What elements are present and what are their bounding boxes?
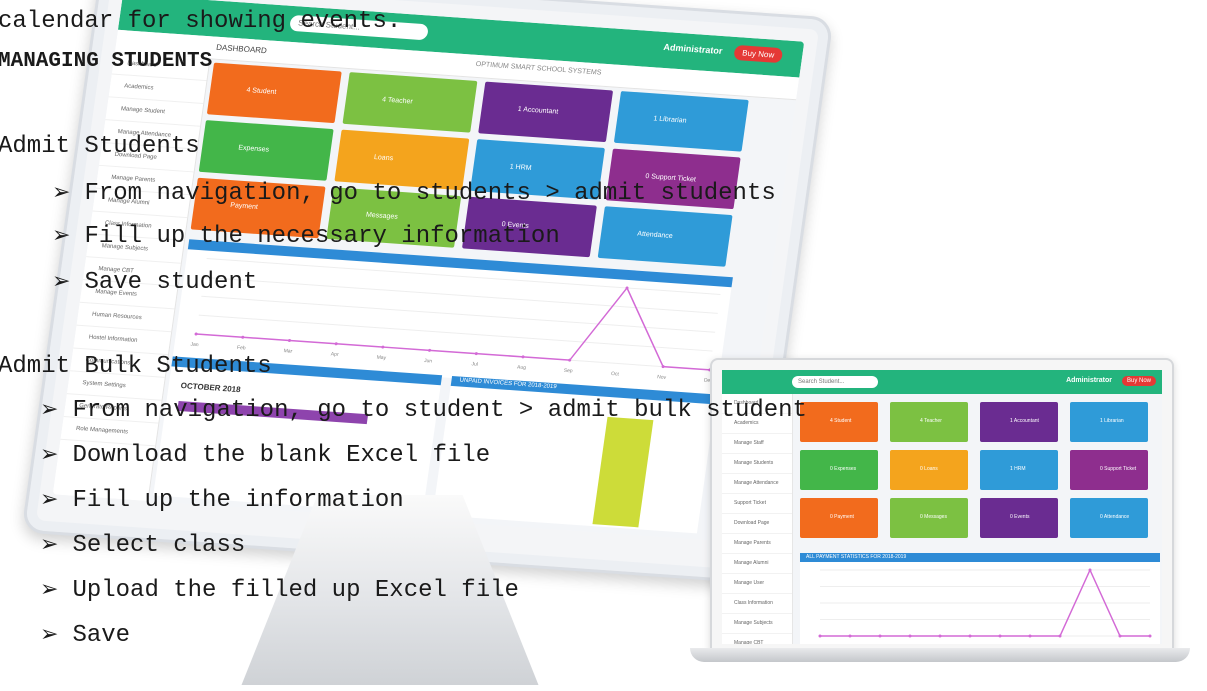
- bullet-icon: ➢: [40, 532, 59, 557]
- bulk-step-1: ➢ From navigation, go to student > admit …: [40, 396, 807, 425]
- bulk-step-5: ➢ Upload the filled up Excel file: [40, 576, 519, 605]
- bullet-icon: ➢: [40, 577, 59, 602]
- step-text: Upload the filled up Excel file: [72, 577, 519, 604]
- admit-students-heading: Admit Students: [0, 133, 200, 160]
- bullet-icon: ➢: [52, 223, 71, 248]
- step-text: Fill up the information: [72, 487, 404, 514]
- bullet-icon: ➢: [40, 397, 59, 422]
- bulk-step-4: ➢ Select class: [40, 531, 245, 560]
- admit-step-1: ➢ From navigation, go to students > admit…: [52, 179, 776, 208]
- step-text: From navigation, go to students > admit …: [84, 180, 776, 207]
- step-text: Save: [72, 622, 131, 649]
- intro-line: calendar for showing events.: [0, 8, 402, 35]
- bullet-icon: ➢: [52, 180, 71, 205]
- step-text: Fill up the necessary information: [84, 223, 560, 250]
- bullet-icon: ➢: [40, 442, 59, 467]
- step-text: From navigation, go to student > admit b…: [72, 397, 807, 424]
- bullet-icon: ➢: [40, 622, 59, 647]
- step-text: Download the blank Excel file: [72, 442, 491, 469]
- bullet-icon: ➢: [52, 269, 71, 294]
- bulk-step-2: ➢ Download the blank Excel file: [40, 441, 490, 470]
- step-text: Save student: [84, 269, 258, 296]
- admit-step-3: ➢ Save student: [52, 268, 257, 297]
- bulk-step-3: ➢ Fill up the information: [40, 486, 404, 515]
- bulk-step-6: ➢ Save: [40, 621, 130, 650]
- admit-step-2: ➢ Fill up the necessary information: [52, 222, 560, 251]
- step-text: Select class: [72, 532, 246, 559]
- section-title: MANAGING STUDENTS: [0, 50, 213, 73]
- bullet-icon: ➢: [40, 487, 59, 512]
- document-text: calendar for showing events. MANAGING ST…: [0, 0, 1207, 691]
- admit-bulk-heading: Admit Bulk Students: [0, 353, 272, 380]
